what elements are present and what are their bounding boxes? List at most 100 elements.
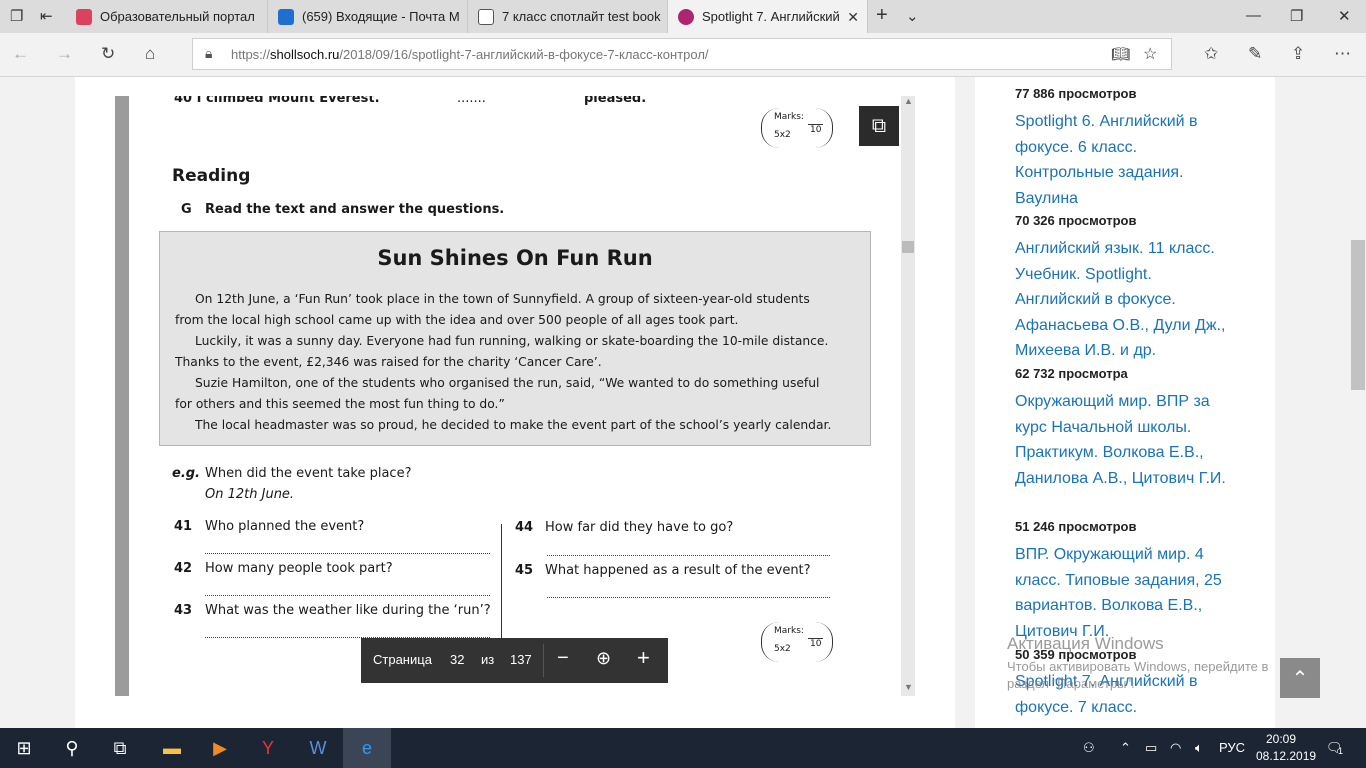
tab-testbook[interactable]: 7 класс спотлайт test book [468,0,668,33]
example-question: When did the event take place? [205,466,412,481]
task-view-icon[interactable]: ⧉ [96,728,144,768]
search-icon[interactable]: ⚲ [48,728,96,768]
example-answer: On 12th June. [205,487,295,502]
pdf-page: 40 I climbed Mount Everest. ....... plea… [129,96,901,696]
notification-count: 1 [1338,746,1344,756]
sidebar-link[interactable]: Spotlight 6. Английский в фокусе. 6 клас… [1015,109,1240,211]
task-letter: G [181,202,192,217]
volume-icon[interactable]: 🔈︎ [1195,740,1203,756]
sidebar-link[interactable]: ВПР. Окружающий мир. 4 класс. Типовые за… [1015,542,1240,644]
article-line: from the local high school came up with … [175,313,739,327]
forward-arrow-icon[interactable]: → [56,44,73,64]
address-bar[interactable]: 🔒︎ https://shollsoch.ru/2018/09/16/spotl… [192,38,1172,70]
sidebar-link[interactable]: Английский язык. 11 класс. Учебник. Spot… [1015,236,1240,364]
tab-label: (659) Входящие - Почта М [302,9,460,24]
zoom-search-icon[interactable]: ⊕ [596,648,611,669]
lock-icon: 🔒︎ [205,45,213,61]
yandex-browser-icon[interactable]: Y [244,728,292,768]
tab-portal[interactable]: Образовательный портал [66,0,268,33]
close-tab-icon[interactable]: ✕ [847,9,859,26]
article-line: Suzie Hamilton, one of the students who … [195,376,820,390]
open-in-new-window-icon[interactable]: ⧉ [859,106,899,146]
pdf-viewer[interactable]: 40 I climbed Mount Everest. ....... plea… [115,96,915,696]
marks-box: Marks: 5x2 10 [761,622,833,662]
refresh-icon[interactable]: ↻ [101,44,115,64]
example-label: e.g. [172,466,200,481]
marks-mult: 5x2 [774,130,791,140]
page-area: 40 I climbed Mount Everest. ....... plea… [0,77,1366,728]
windows-start-icon[interactable]: ⊞ [0,728,48,768]
language-indicator[interactable]: РУС [1219,740,1245,755]
windows-taskbar: ⊞ ⚲ ⧉ ▬ ▶ Y W e ⚇ ⌃ ▭ ◠ 🔈︎ РУС 20:09 08.… [0,728,1366,768]
wifi-icon[interactable]: ◠ [1170,740,1181,756]
windows-activation-title: Активация Windows [1007,634,1164,653]
article-line: On 12th June, a ‘Fun Run’ took place in … [195,292,810,306]
clock-date[interactable]: 08.12.2019 [1256,749,1316,763]
site-favicon-icon [678,8,694,25]
minimize-icon[interactable]: — [1246,7,1261,24]
people-icon[interactable]: ⚇ [1083,740,1095,756]
tab-list-chevron-down-icon[interactable]: ⌄ [906,7,919,25]
url-domain: shollsoch.ru [270,47,340,62]
zoom-in-icon[interactable]: + [637,645,650,671]
marks-mult: 5x2 [774,644,791,654]
sidebar-link[interactable]: Окружающий мир. ВПР за курс Начальной шк… [1015,389,1240,491]
q42-number: 42 [174,561,193,576]
restore-icon[interactable]: ❐ [1290,7,1303,25]
article-line: The local headmaster was so proud, he de… [195,418,832,432]
show-hidden-icons-chevron-icon[interactable]: ⌃ [1120,740,1131,756]
battery-icon[interactable]: ▭ [1145,740,1157,756]
back-arrow-icon[interactable]: ← [12,44,29,64]
pdf-scroll-thumb[interactable] [902,241,914,253]
q41-text: Who planned the event? [205,519,365,534]
tab-bar: ❐ ⇤ Образовательный портал (659) Входящи… [0,0,1366,33]
favorites-hub-icon[interactable]: ✩ [1204,44,1218,64]
file-explorer-icon[interactable]: ▬ [148,728,196,768]
url-path: /2018/09/16/spotlight-7-английский-в-фок… [339,47,709,62]
favorite-star-icon[interactable]: ☆ [1143,44,1157,64]
q44-text: How far did they have to go? [545,520,734,535]
page-favicon-icon [478,8,494,25]
tab-mail[interactable]: (659) Входящие - Почта М [268,0,468,33]
marks-total: 10 [808,638,824,649]
tab-label: 7 класс спотлайт test book [502,9,661,24]
q42-text: How many people took part? [205,561,393,576]
marks-total: 10 [808,124,824,135]
page-scroll-thumb[interactable] [1351,240,1365,390]
new-tab-icon[interactable]: + [876,4,888,27]
scroll-down-icon[interactable]: ▼ [904,682,913,692]
pdf-scrollbar[interactable]: ▲ ▼ [901,96,915,696]
q43-text: What was the weather like during the ‘ru… [205,603,491,618]
marks-box: Marks: 5x2 10 [761,108,833,148]
edge-browser-icon[interactable]: e [343,728,391,768]
q43-number: 43 [174,603,193,618]
page-scrollbar[interactable] [1350,77,1366,728]
scroll-up-icon[interactable]: ▲ [904,96,913,106]
q41-number: 41 [174,519,193,534]
tab-spotlight[interactable]: Spotlight 7. Английский ✕ [668,0,868,33]
answer-line [205,595,490,596]
url-text[interactable]: https://shollsoch.ru/2018/09/16/spotligh… [231,47,709,62]
share-icon[interactable]: ⇪ [1291,44,1305,64]
q40-dots: ....... [457,96,486,106]
home-icon[interactable]: ⌂ [145,44,155,64]
tab-actions-icon[interactable]: ❐ [10,7,23,25]
view-count: 62 732 просмотра [1015,366,1128,381]
q44-number: 44 [515,520,534,535]
zoom-out-icon[interactable]: − [557,647,569,670]
marks-label: Marks: [774,626,804,636]
page-current-input[interactable]: 32 [450,652,464,667]
section-heading: Reading [172,166,251,186]
set-aside-tabs-icon[interactable]: ⇤ [40,7,53,25]
mail-favicon-icon [278,8,294,25]
answer-line [547,555,830,556]
clock-time[interactable]: 20:09 [1266,732,1296,746]
more-options-icon[interactable]: ⋯ [1334,44,1351,64]
scroll-to-top-icon[interactable]: ⌃ [1280,658,1320,698]
close-window-icon[interactable]: ✕ [1338,7,1351,25]
media-player-icon[interactable]: ▶ [196,728,244,768]
reading-text-box: Sun Shines On Fun Run On 12th June, a ‘F… [159,231,871,446]
reading-view-icon[interactable]: 📖︎ [1111,45,1130,63]
notes-pen-icon[interactable]: ✎ [1248,44,1262,64]
word-icon[interactable]: W [294,728,342,768]
